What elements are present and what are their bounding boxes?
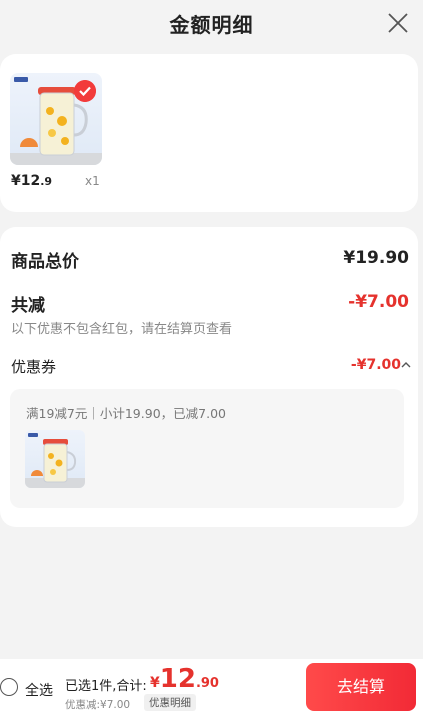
select-all-label[interactable]: 全选: [25, 680, 53, 700]
coupon-label: 优惠券: [11, 358, 57, 376]
total-label: 商品总价: [11, 252, 79, 272]
chevron-up-icon[interactable]: [401, 360, 411, 370]
selected-check-icon: [74, 80, 96, 102]
close-icon[interactable]: [387, 12, 409, 34]
header: 金额明细: [0, 0, 423, 48]
reduce-value: -¥7.00: [348, 292, 409, 312]
reduce-note: 以下优惠不包含红包，请在结算页查看: [11, 322, 233, 337]
checkout-button[interactable]: 去结算: [306, 663, 416, 711]
total-amount: ¥12.90: [150, 664, 219, 694]
reduce-label: 共减: [11, 296, 45, 316]
total-value: ¥19.90: [343, 248, 409, 268]
coupon-value[interactable]: -¥7.00: [351, 357, 401, 373]
select-all-radio[interactable]: [0, 678, 18, 696]
selected-summary: 已选1件,合计:: [65, 679, 147, 694]
coupon-detail-box: 满19减7元｜小计19.90，已减7.00: [10, 389, 404, 508]
coupon-product-image: [25, 430, 85, 488]
discount-text: 优惠减:¥7.00: [65, 699, 131, 711]
item-quantity: x1: [85, 174, 100, 188]
product-jug-icon: [25, 433, 85, 488]
coupon-detail-text: 满19减7元｜小计19.90，已减7.00: [26, 406, 226, 421]
item-price: ¥12.9: [11, 173, 53, 189]
page-title: 金额明细: [169, 13, 254, 37]
discount-detail-tag[interactable]: 优惠明细: [144, 694, 196, 711]
